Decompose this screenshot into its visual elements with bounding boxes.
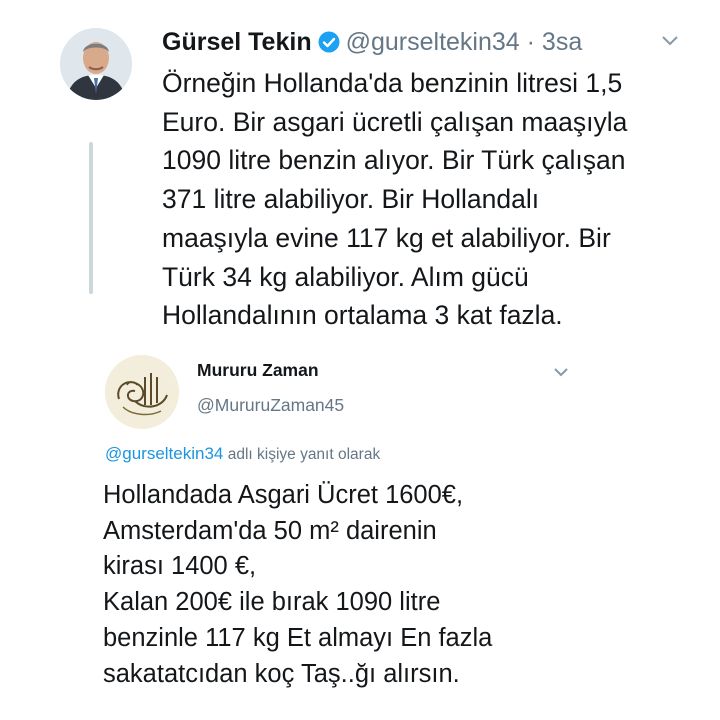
reply-text-line: sakatatcıdan koç Taş..ğı alırsın. bbox=[103, 659, 460, 688]
replying-to-text: adlı kişiye yanıt olarak bbox=[227, 446, 381, 463]
tughra-emblem-avatar-icon bbox=[105, 355, 179, 429]
header-separator: · bbox=[526, 28, 535, 56]
tweet-text-line: 1090 litre benzin alıyor. Bir Türk çalış… bbox=[162, 145, 626, 176]
tweet-text-line: Örneğin Hollanda'da benzinin litresi 1,5 bbox=[162, 68, 623, 98]
tweet-author-name[interactable]: Gürsel Tekin bbox=[162, 28, 312, 56]
reply-text-line: benzinle 117 kg Et almayı En fazla bbox=[103, 623, 493, 652]
tweet-author-handle[interactable]: @gurseltekin34 bbox=[346, 28, 520, 56]
reply-author-name[interactable]: Mururu Zaman bbox=[197, 360, 319, 381]
reply-author-handle[interactable]: @MururuZaman45 bbox=[197, 395, 344, 416]
tweet-text-line: maaşıyla evine 117 kg et alabiliyor. Bir bbox=[162, 222, 611, 253]
tweet-text-line: Türk 34 kg alabiliyor. Alım gücü bbox=[162, 261, 529, 292]
verified-badge-icon bbox=[318, 30, 340, 60]
tweet-text-line: 371 litre alabiliyor. Bir Hollandalı bbox=[162, 184, 540, 215]
reply-author-avatar[interactable] bbox=[105, 355, 179, 429]
tweet-text-line: Euro. Bir asgari ücretli çalışan maaşıyl… bbox=[162, 106, 628, 137]
thread-connector-line bbox=[89, 142, 93, 294]
tweet-text-line: Hollandalının ortalama 3 kat fazla. bbox=[162, 300, 563, 331]
tweet-text: Örneğin Hollanda'da benzinin litresi 1,5… bbox=[162, 64, 682, 335]
reply-text-line: Kalan 200€ ile bırak 1090 litre bbox=[103, 588, 441, 617]
reply-text: Hollandada Asgari Ücret 1600€, Amsterdam… bbox=[103, 478, 703, 692]
reply-text-line: Amsterdam'da 50 m² dairenin bbox=[103, 516, 437, 545]
replying-to-label: @gurseltekin34 adlı kişiye yanıt olarak bbox=[105, 444, 380, 464]
user-avatar-photo-icon bbox=[60, 28, 132, 100]
chevron-down-icon[interactable] bbox=[661, 34, 679, 52]
chevron-down-icon[interactable] bbox=[553, 365, 569, 383]
tweet-timestamp[interactable]: 3sa bbox=[542, 28, 582, 56]
tweet-header: Gürsel Tekin @gurseltekin34 · 3sa bbox=[162, 27, 582, 60]
reply-mention-link[interactable]: @gurseltekin34 bbox=[105, 444, 223, 463]
reply-text-line: kirası 1400 €, bbox=[103, 552, 257, 581]
tweet-author-avatar[interactable] bbox=[60, 28, 132, 100]
reply-text-line: Hollandada Asgari Ücret 1600€, bbox=[103, 481, 464, 509]
